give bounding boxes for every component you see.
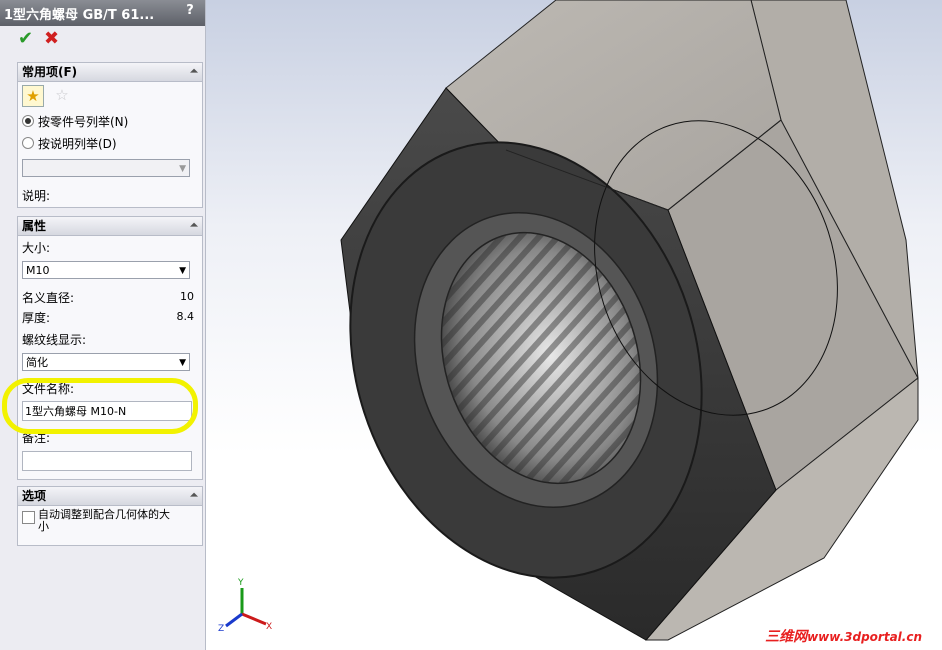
description-label: 说明: (22, 189, 51, 203)
group-options-title: 选项 (22, 489, 47, 503)
radio-by-part-label: 按零件号列举(N) (38, 115, 129, 129)
nominal-diameter-value: 10 (180, 290, 194, 303)
size-label: 大小: (22, 241, 51, 255)
graphics-viewport[interactable]: Y X Z 三维网www.3dportal.cn (206, 0, 942, 650)
nominal-diameter-label: 名义直径: (22, 291, 75, 305)
chevron-down-icon: ▼ (179, 358, 186, 368)
thickness-label: 厚度: (22, 311, 51, 325)
auto-size-checkbox[interactable] (22, 511, 38, 525)
thread-display-label: 螺纹线显示: (22, 333, 87, 347)
radio-dot (22, 137, 34, 149)
watermark-site: www.3dportal.cn (807, 630, 922, 644)
property-manager-panel: 1型六角螺母 GB/T 61... ? ✔ ✖ 常用项(F) ⏶ ★ ☆ 按零件… (0, 0, 206, 650)
chevron-down-icon: ▼ (179, 164, 186, 174)
filename-highlight-annotation (2, 378, 198, 434)
thread-display-value: 简化 (26, 356, 48, 369)
thread-display-select[interactable]: 简化 ▼ (22, 353, 190, 371)
size-value: M10 (26, 264, 50, 277)
x-icon[interactable]: ✖ (44, 30, 62, 48)
group-properties-header[interactable]: 属性 ⏶ (18, 217, 202, 236)
star-remove-icon[interactable]: ☆ (52, 85, 72, 105)
auto-size-label-line1: 自动调整到配合几何体的大 (38, 508, 170, 521)
radio-by-desc-label: 按说明列举(D) (38, 137, 117, 151)
help-button[interactable]: ? (181, 3, 199, 18)
chevron-down-icon: ▼ (179, 266, 186, 276)
panel-title: 1型六角螺母 GB/T 61... (4, 8, 155, 23)
size-select[interactable]: M10 ▼ (22, 261, 190, 279)
chevron-up-icon[interactable]: ⏶ (190, 63, 198, 81)
group-options-header[interactable]: 选项 ⏶ (18, 487, 202, 506)
favorites-select[interactable]: ▼ (22, 159, 190, 177)
radio-by-part-number[interactable]: 按零件号列举(N) (22, 113, 128, 130)
notes-input[interactable] (22, 451, 192, 471)
auto-size-label: 自动调整到配合几何体的大 小 (38, 509, 198, 533)
triad-x-label: X (266, 622, 273, 632)
coordinate-triad: Y X Z (216, 578, 276, 638)
auto-size-label-line2: 小 (38, 520, 49, 533)
star-add-icon[interactable]: ★ (22, 85, 44, 107)
watermark-cn: 三维网 (765, 629, 808, 645)
radio-by-description[interactable]: 按说明列举(D) (22, 135, 117, 152)
group-favorites-title: 常用项(F) (22, 65, 78, 79)
panel-title-bar: 1型六角螺母 GB/T 61... ? (0, 0, 205, 26)
group-favorites-header[interactable]: 常用项(F) ⏶ (18, 63, 202, 82)
radio-dot (22, 115, 34, 127)
group-properties-title: 属性 (22, 219, 47, 233)
triad-y-label: Y (238, 578, 244, 588)
hex-nut-model (340, 0, 919, 641)
thickness-value: 8.4 (176, 310, 195, 323)
group-properties: 属性 ⏶ 大小: M10 ▼ 名义直径: 10 厚度: 8.4 螺纹线显示: 简… (17, 216, 203, 480)
group-options: 选项 ⏶ 自动调整到配合几何体的大 小 (17, 486, 203, 546)
group-favorites: 常用项(F) ⏶ ★ ☆ 按零件号列举(N) 按说明列举(D) ▼ 说明: (17, 62, 203, 208)
triad-z-label: Z (218, 624, 225, 634)
chevron-up-icon[interactable]: ⏶ (190, 487, 198, 505)
chevron-up-icon[interactable]: ⏶ (190, 217, 198, 235)
checkbox-box (22, 511, 35, 524)
watermark: 三维网www.3dportal.cn (765, 626, 922, 646)
check-icon[interactable]: ✔ (18, 30, 36, 48)
